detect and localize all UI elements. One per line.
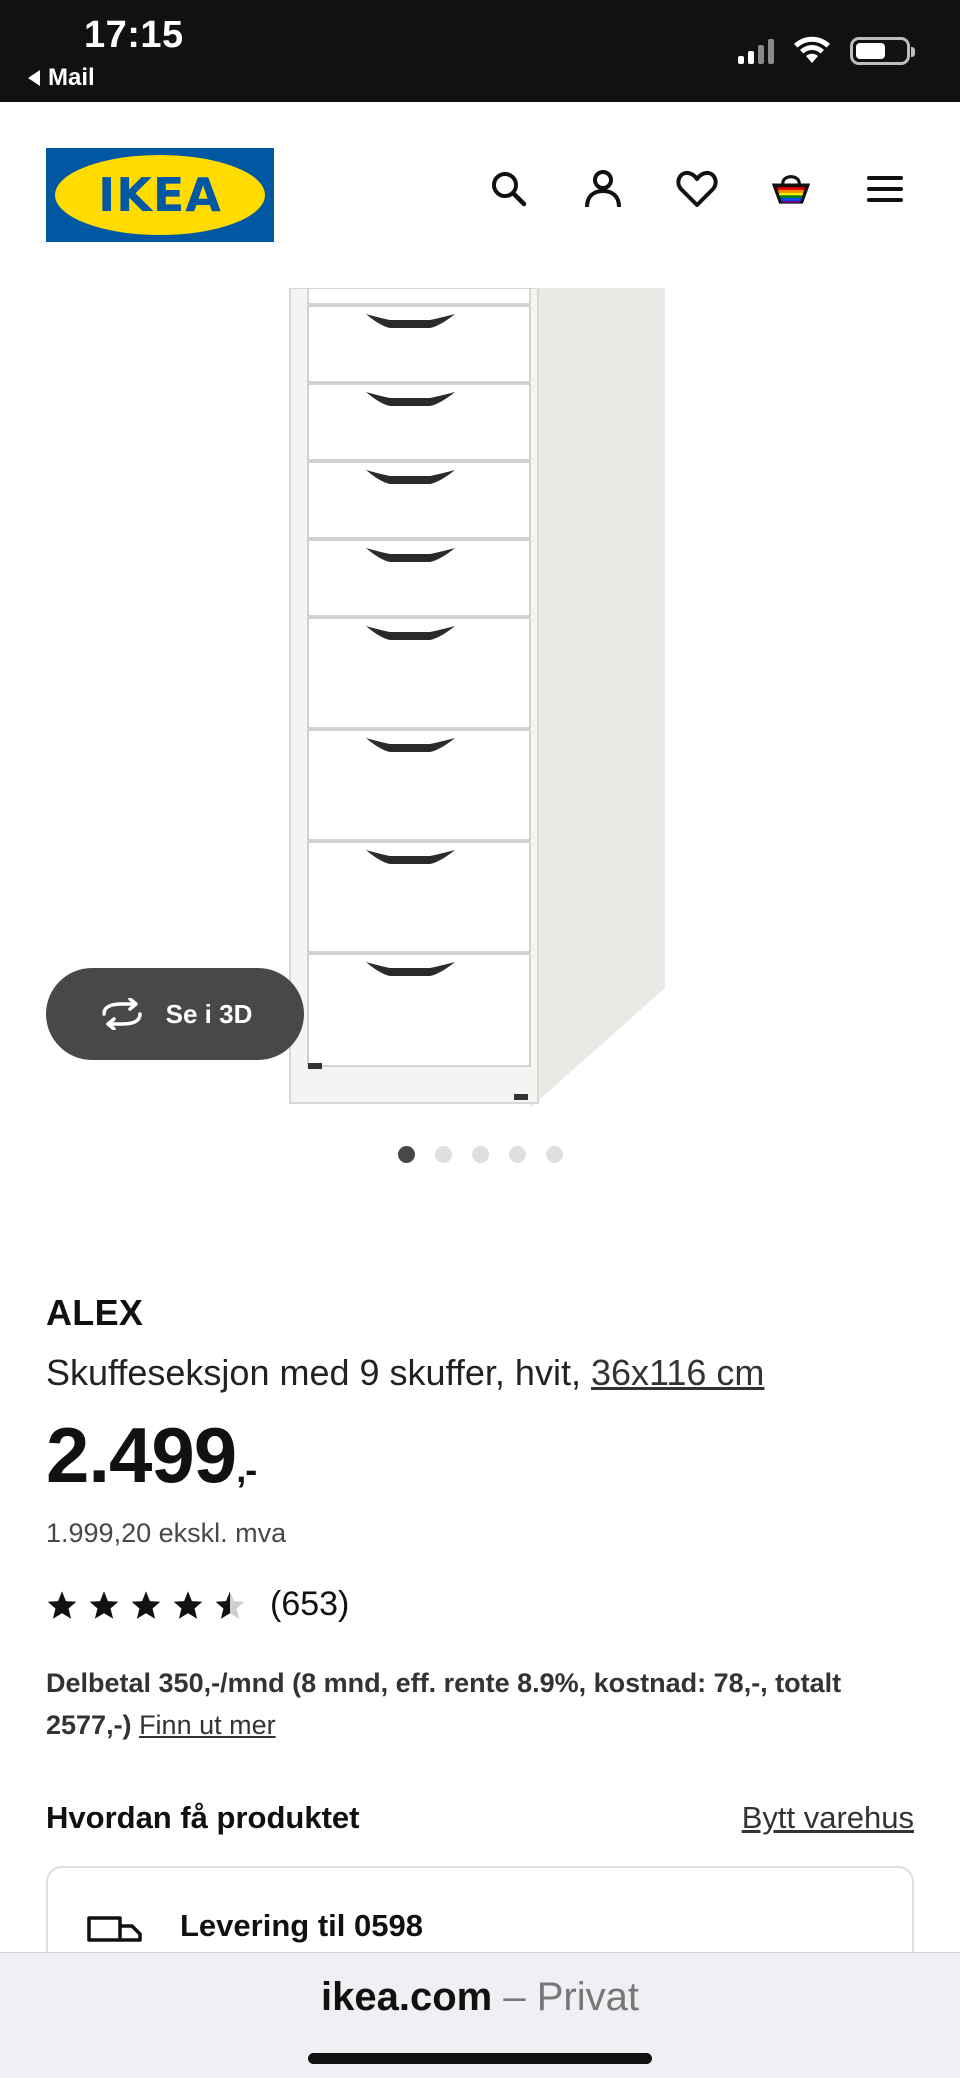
back-to-mail-button[interactable]: Mail <box>28 64 95 92</box>
menu-icon[interactable] <box>864 168 906 210</box>
status-icons <box>738 36 915 66</box>
url-separator: – <box>492 1975 537 2019</box>
user-icon[interactable] <box>582 168 624 210</box>
price-value: 2.499 <box>46 1411 237 1499</box>
url-domain: ikea.com <box>321 1975 493 2019</box>
product-price: 2.499,- <box>46 1416 914 1494</box>
product-description-text: Skuffeseksjon med 9 skuffer, hvit, <box>46 1352 591 1393</box>
delivery-label: Levering til 0598 <box>180 1908 423 1943</box>
truck-icon <box>87 1916 142 1942</box>
rating-count: (653) <box>270 1585 350 1623</box>
gallery-dot-2[interactable] <box>434 1146 452 1163</box>
price-suffix: ,- <box>236 1449 257 1490</box>
drawers <box>307 305 531 1067</box>
wifi-icon <box>794 36 830 63</box>
availability-title: Hvordan få produktet <box>46 1800 360 1835</box>
site-header: IKEA <box>0 102 960 288</box>
product-name: ALEX <box>46 1292 144 1333</box>
browser-url-bar[interactable]: ikea.com – Privat <box>0 1952 960 2078</box>
browsing-mode: Privat <box>536 1975 639 2019</box>
gallery-dot-5[interactable] <box>545 1146 563 1163</box>
battery-icon <box>850 37 915 65</box>
star-icon <box>47 1590 77 1619</box>
heart-icon[interactable] <box>676 168 718 210</box>
gallery-dot-3[interactable] <box>471 1146 489 1163</box>
availability-header: Hvordan få produktet Bytt varehus <box>46 1800 914 1836</box>
rating[interactable]: (653) <box>46 1585 914 1624</box>
header-nav <box>488 168 906 210</box>
half-star-icon <box>215 1590 245 1619</box>
product-gallery[interactable]: Se i 3D <box>0 288 960 1163</box>
change-store-link[interactable]: Bytt varehus <box>742 1800 914 1836</box>
back-arrow-icon <box>28 70 40 86</box>
finance-link[interactable]: Finn ut mer <box>139 1710 276 1740</box>
url-display[interactable]: ikea.com – Privat <box>0 1975 960 2020</box>
star-icon <box>173 1590 203 1619</box>
back-label: Mail <box>48 64 95 91</box>
home-indicator[interactable] <box>308 2053 652 2064</box>
ikea-logo[interactable]: IKEA <box>46 148 274 242</box>
gallery-dot-1[interactable] <box>397 1146 415 1163</box>
star-icon <box>89 1590 119 1619</box>
status-bar: 17:15 Mail <box>0 0 960 102</box>
product-description: Skuffeseksjon med 9 skuffer, hvit, 36x11… <box>46 1352 914 1394</box>
price-excl-vat: 1.999,20 ekskl. mva <box>46 1518 287 1548</box>
search-icon[interactable] <box>488 168 530 210</box>
star-icon <box>131 1590 161 1619</box>
product-info: ALEX Skuffeseksjon med 9 skuffer, hvit, … <box>46 1292 914 2006</box>
view-3d-label: Se i 3D <box>165 998 253 1029</box>
rotate-3d-icon <box>101 998 142 1030</box>
finance-info: Delbetal 350,-/mnd (8 mnd, eff. rente 8.… <box>46 1662 914 1746</box>
gallery-pagination <box>0 1146 960 1163</box>
basket-icon[interactable] <box>770 168 812 210</box>
view-3d-button[interactable]: Se i 3D <box>46 968 304 1060</box>
rating-stars <box>46 1590 246 1620</box>
signal-icon <box>738 38 774 64</box>
size-link[interactable]: 36x116 cm <box>591 1352 764 1393</box>
product-image <box>289 288 665 1108</box>
status-time: 17:15 <box>84 14 184 56</box>
logo-text: IKEA <box>98 168 222 222</box>
gallery-dot-4[interactable] <box>508 1146 526 1163</box>
